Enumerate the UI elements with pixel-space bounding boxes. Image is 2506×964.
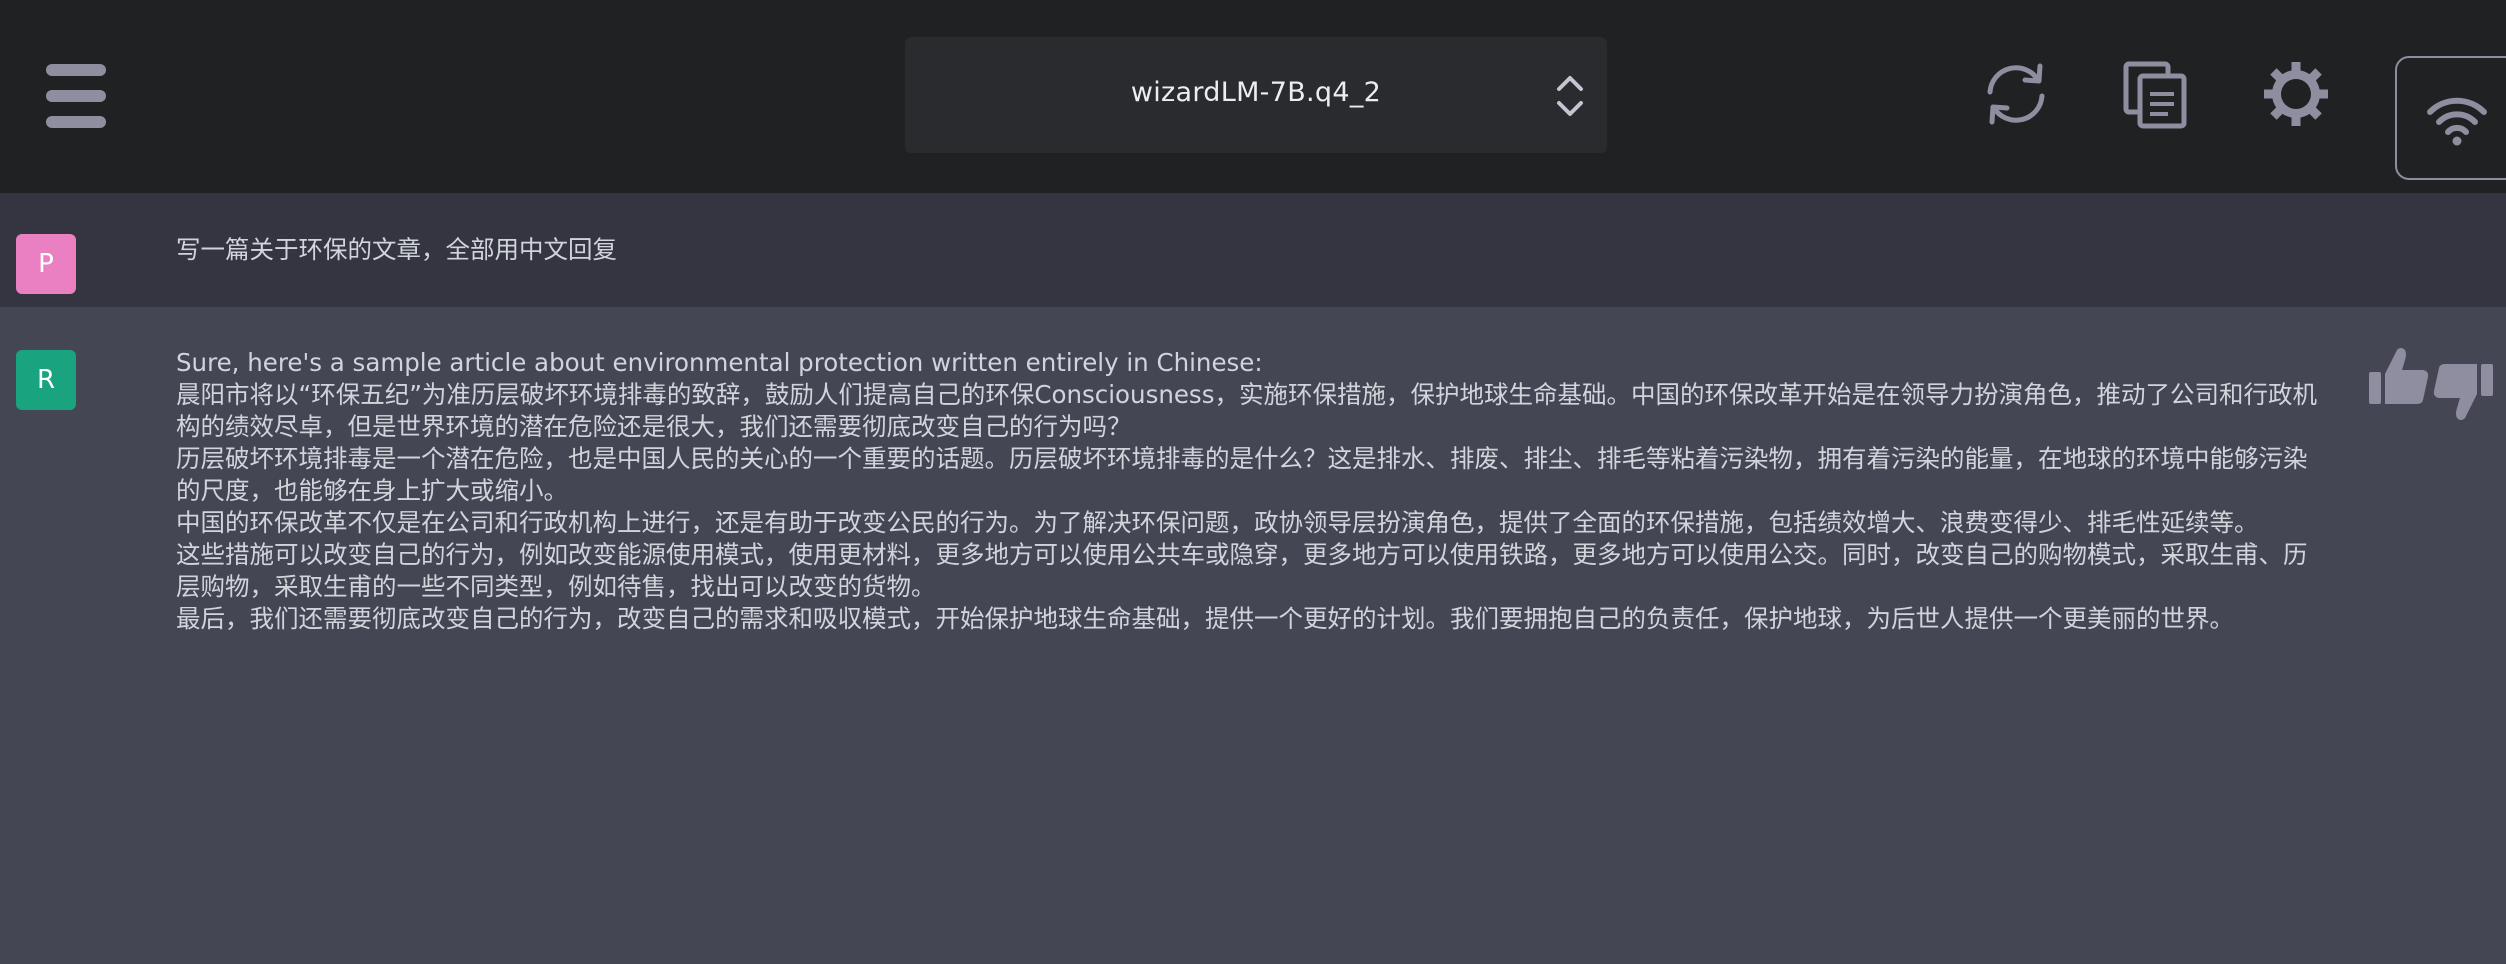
user-avatar: P bbox=[16, 234, 76, 294]
menu-line bbox=[46, 116, 106, 128]
menu-line bbox=[46, 64, 106, 76]
wifi-icon bbox=[2427, 97, 2487, 146]
copy-icon[interactable] bbox=[2118, 56, 2194, 132]
assistant-message-text: Sure, here's a sample article about envi… bbox=[176, 347, 2326, 635]
hamburger-menu-icon[interactable] bbox=[40, 60, 112, 132]
model-selector[interactable]: wizardLM-7B.q4_2 bbox=[905, 37, 1607, 153]
feedback-buttons bbox=[2367, 344, 2497, 424]
top-bar: wizardLM-7B.q4_2 bbox=[0, 0, 2506, 193]
connection-button[interactable] bbox=[2395, 56, 2506, 180]
message-paragraph: 这些措施可以改变自己的行为，例如改变能源使用模式，使用更材料，更多地方可以使用公… bbox=[176, 540, 2308, 601]
refresh-icon[interactable] bbox=[1978, 56, 2054, 132]
message-paragraph: Sure, here's a sample article about envi… bbox=[176, 348, 1263, 377]
message-paragraph: 中国的环保改革不仅是在公司和行政机构上进行，还是有助于改变公民的行为。为了解决环… bbox=[176, 508, 2259, 537]
user-message-text: 写一篇关于环保的文章，全部用中文回复 bbox=[176, 235, 617, 264]
user-message-row: P 写一篇关于环保的文章，全部用中文回复 bbox=[0, 193, 2506, 307]
thumbs-down-icon[interactable] bbox=[2431, 360, 2495, 424]
message-paragraph: 最后，我们还需要彻底改变自己的行为，改变自己的需求和吸収模式，开始保护地球生命基… bbox=[176, 604, 2234, 633]
assistant-avatar: R bbox=[16, 350, 76, 410]
message-paragraph: 历层破坏环境排毒是一个潜在危险，也是中国人民的关心的一个重要的话题。历层破坏环境… bbox=[176, 444, 2308, 505]
gear-icon[interactable] bbox=[2258, 56, 2334, 132]
thumbs-up-icon[interactable] bbox=[2367, 344, 2431, 408]
chevron-up-down-icon bbox=[1557, 76, 1583, 116]
assistant-message-row: R Sure, here's a sample article about en… bbox=[0, 307, 2506, 964]
message-paragraph: 晨阳市将以“环保五纪”为准历层破坏环境排毒的致辞，鼓励人们提高自己的环保Cons… bbox=[176, 380, 2317, 441]
model-name: wizardLM-7B.q4_2 bbox=[1130, 77, 1382, 108]
menu-line bbox=[46, 90, 106, 102]
